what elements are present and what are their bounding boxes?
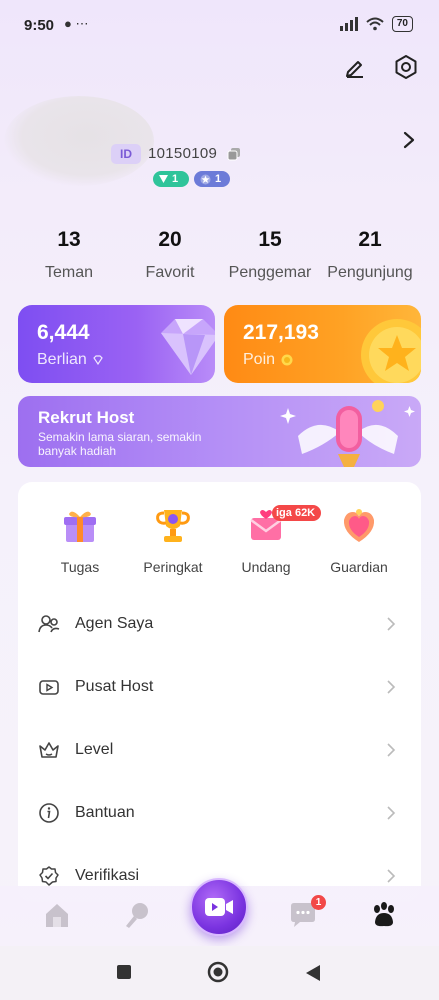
notification-icons: ● ⋯ bbox=[64, 16, 89, 31]
avatar[interactable] bbox=[4, 96, 154, 186]
berlian-label: Berlian bbox=[37, 351, 87, 368]
gift-icon bbox=[64, 511, 96, 542]
stat-label: Penggemar bbox=[228, 264, 312, 281]
menu-item-label: Agen Saya bbox=[75, 615, 154, 632]
stat-value: 13 bbox=[57, 228, 81, 251]
quick-action-label: Peringkat bbox=[143, 559, 203, 575]
stat-penggemar[interactable]: 15 Penggemar bbox=[222, 228, 318, 282]
signal-icon bbox=[339, 17, 358, 31]
charm-level-tag: 1 bbox=[194, 171, 230, 187]
berlian-value: 6,444 bbox=[37, 321, 90, 344]
chat-unread-badge: 1 bbox=[311, 895, 326, 910]
poin-label-row: Poin bbox=[243, 351, 293, 369]
chevron-right-icon[interactable] bbox=[400, 130, 418, 150]
live-camera-icon bbox=[205, 898, 233, 916]
poin-value: 217,193 bbox=[243, 321, 319, 344]
edit-profile-button[interactable] bbox=[341, 53, 369, 81]
paw-icon[interactable] bbox=[369, 900, 399, 930]
crown-icon bbox=[39, 742, 59, 758]
quick-action-tugas[interactable]: Tugas bbox=[37, 506, 123, 575]
menu-item-pusat-host[interactable]: Pusat Host bbox=[18, 667, 421, 707]
menu-item-level[interactable]: Level bbox=[18, 730, 421, 770]
copy-icon[interactable] bbox=[227, 147, 241, 161]
chevron-right-icon bbox=[387, 617, 396, 631]
verify-icon bbox=[39, 866, 59, 886]
chevron-down-icon bbox=[159, 175, 168, 183]
info-icon bbox=[39, 803, 59, 823]
stat-favorit[interactable]: 20 Favorit bbox=[137, 228, 203, 282]
id-badge: ID bbox=[111, 144, 141, 164]
stat-value: 15 bbox=[258, 228, 282, 251]
berlian-card[interactable]: 6,444 Berlian bbox=[18, 305, 215, 383]
live-button[interactable] bbox=[190, 878, 248, 936]
quick-action-peringkat[interactable]: Peringkat bbox=[130, 506, 216, 575]
stat-label: Teman bbox=[44, 264, 94, 281]
menu-item-label: Level bbox=[75, 741, 114, 758]
quick-action-label: Undang bbox=[241, 559, 291, 575]
menu-item-bantuan[interactable]: Bantuan bbox=[18, 793, 421, 833]
home-icon[interactable] bbox=[42, 900, 72, 930]
microphone-wings-icon bbox=[280, 400, 415, 467]
quick-action-label: Tugas bbox=[60, 559, 100, 575]
recruit-host-banner[interactable]: Rekrut Host Semakin lama siaran, semakin… bbox=[18, 396, 421, 467]
home-button-icon[interactable] bbox=[207, 961, 229, 983]
chevron-right-icon bbox=[387, 743, 396, 757]
user-id: 10150109 bbox=[148, 145, 218, 162]
poin-card[interactable]: 217,193 Poin bbox=[224, 305, 421, 383]
stat-pengunjung[interactable]: 21 Pengunjung bbox=[321, 228, 419, 282]
menu-item-label: Pusat Host bbox=[75, 678, 154, 695]
agent-icon bbox=[38, 615, 60, 633]
battery-indicator: 70 bbox=[391, 16, 413, 32]
wealth-level-tag: 1 bbox=[153, 171, 189, 187]
coin-icon bbox=[361, 319, 421, 383]
stat-label: Favorit bbox=[145, 264, 195, 281]
promo-badge: iga 62K bbox=[272, 505, 322, 521]
star-level-icon bbox=[200, 174, 211, 184]
chevron-right-icon bbox=[387, 806, 396, 820]
wealth-level-value: 1 bbox=[172, 173, 179, 185]
recent-apps-icon[interactable] bbox=[116, 964, 132, 980]
pencil-icon bbox=[346, 61, 363, 78]
menu-item-label: Verifikasi bbox=[75, 867, 140, 884]
wifi-icon bbox=[366, 17, 384, 31]
trophy-icon bbox=[156, 510, 190, 542]
banner-title: Rekrut Host bbox=[38, 408, 135, 427]
status-time: 9:50 bbox=[24, 17, 55, 34]
diamond-small-icon bbox=[93, 355, 103, 365]
diamond-icon bbox=[161, 319, 215, 375]
poin-label: Poin bbox=[243, 351, 276, 368]
settings-button[interactable] bbox=[392, 53, 420, 81]
stat-teman[interactable]: 13 Teman bbox=[38, 228, 100, 282]
banner-subtitle: Semakin lama siaran, semakin banyak hadi… bbox=[38, 430, 202, 458]
stat-value: 20 bbox=[158, 228, 182, 251]
stat-value: 21 bbox=[358, 228, 382, 251]
stat-label: Pengunjung bbox=[327, 264, 413, 281]
mic-icon[interactable] bbox=[122, 900, 152, 930]
chevron-right-icon bbox=[387, 869, 396, 883]
menu-item-label: Bantuan bbox=[75, 804, 135, 821]
back-icon[interactable] bbox=[305, 964, 321, 982]
quick-action-guardian[interactable]: Guardian bbox=[316, 506, 402, 575]
chevron-right-icon bbox=[387, 680, 396, 694]
berlian-label-row: Berlian bbox=[37, 351, 103, 369]
gear-icon bbox=[395, 55, 417, 79]
video-host-icon bbox=[39, 680, 59, 695]
charm-level-value: 1 bbox=[215, 173, 222, 185]
status-bar: 9:50 ● ⋯ 70 bbox=[0, 0, 439, 52]
quick-action-label: Guardian bbox=[330, 559, 388, 575]
guardian-heart-icon bbox=[343, 509, 375, 542]
status-right-icons: 70 bbox=[339, 16, 413, 32]
coin-small-icon bbox=[281, 354, 293, 366]
menu-item-agen-saya[interactable]: Agen Saya bbox=[18, 604, 421, 644]
system-nav-bar bbox=[0, 946, 439, 1000]
